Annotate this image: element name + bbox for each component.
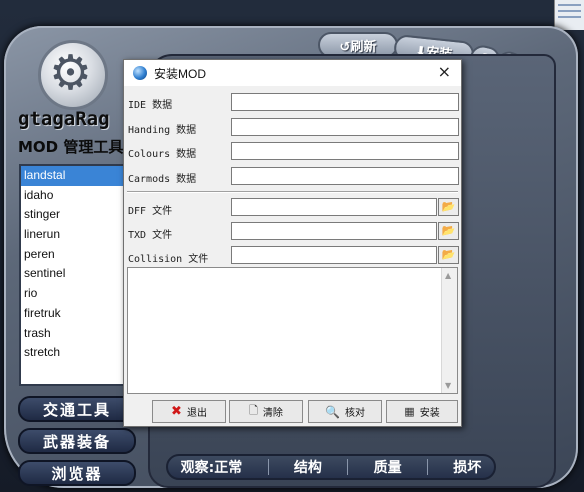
globe-icon bbox=[133, 66, 147, 80]
dialog-close-button[interactable]: × bbox=[438, 63, 451, 81]
dff-label: DFF 文件 bbox=[128, 206, 173, 217]
list-item[interactable]: stinger bbox=[21, 205, 128, 225]
install-button[interactable]: ▦ 安装 bbox=[386, 400, 458, 423]
dialog-title: 安装MOD bbox=[154, 66, 206, 81]
list-item[interactable]: idaho bbox=[21, 186, 128, 206]
vehicles-category-button[interactable]: 交通工具 bbox=[18, 396, 136, 422]
txd-input[interactable] bbox=[231, 222, 437, 240]
list-item[interactable]: peren bbox=[21, 245, 128, 265]
folder-open-icon: 📂 bbox=[441, 224, 456, 237]
tab-quality[interactable]: 质量 bbox=[374, 457, 402, 477]
logo-badge: ⚙ bbox=[38, 40, 108, 110]
log-scrollbar[interactable]: ▲ ▼ bbox=[441, 268, 457, 393]
clear-button[interactable]: 🗋 清除 bbox=[229, 400, 303, 423]
x-icon: ✖ bbox=[171, 404, 182, 419]
txd-browse-button[interactable]: 📂 bbox=[438, 222, 459, 240]
weapons-category-button[interactable]: 武器装备 bbox=[18, 428, 136, 454]
exit-button-label: 退出 bbox=[186, 408, 207, 419]
folder-open-icon: 📂 bbox=[441, 248, 456, 261]
tab-observe-normal[interactable]: 观察:正常 bbox=[181, 457, 243, 477]
install-icon: ▦ bbox=[404, 405, 415, 418]
collision-label: Collision 文件 bbox=[128, 254, 209, 265]
collision-browse-button[interactable]: 📂 bbox=[438, 246, 459, 264]
verify-button[interactable]: 🔍 核对 bbox=[308, 400, 382, 423]
install-mod-dialog: 安装MOD × IDE 数据 Handing 数据 Colours 数据 Car… bbox=[123, 59, 462, 427]
tab-structure[interactable]: 结构 bbox=[294, 457, 322, 477]
scroll-down-icon[interactable]: ▼ bbox=[445, 381, 451, 390]
handling-label: Handing 数据 bbox=[128, 125, 197, 136]
tab-damage[interactable]: 损坏 bbox=[453, 457, 481, 477]
view-mode-tabs: 观察:正常 结构 质量 损坏 bbox=[166, 454, 496, 480]
list-item[interactable]: stretch bbox=[21, 343, 128, 363]
desktop-window-thumbnail bbox=[554, 0, 584, 30]
tab-divider bbox=[267, 459, 269, 475]
vehicle-list[interactable]: landstal idaho stinger linerun peren sen… bbox=[19, 164, 130, 386]
txd-label: TXD 文件 bbox=[128, 230, 173, 241]
colours-input[interactable] bbox=[231, 142, 459, 160]
ide-input[interactable] bbox=[231, 93, 459, 111]
wrench-gear-icon: ⚙ bbox=[49, 45, 93, 101]
dff-browse-button[interactable]: 📂 bbox=[438, 198, 459, 216]
scroll-up-icon[interactable]: ▲ bbox=[445, 271, 451, 280]
magnifier-icon: 🔍 bbox=[325, 404, 340, 419]
dff-input[interactable] bbox=[231, 198, 437, 216]
list-item[interactable]: firetruk bbox=[21, 304, 128, 324]
ide-label: IDE 数据 bbox=[128, 100, 173, 111]
verify-button-label: 核对 bbox=[344, 408, 365, 419]
list-item[interactable]: sentinel bbox=[21, 264, 128, 284]
exit-button[interactable]: ✖ 退出 bbox=[152, 400, 226, 423]
list-item[interactable]: linerun bbox=[21, 225, 128, 245]
folder-open-icon: 📂 bbox=[441, 200, 456, 213]
tab-divider bbox=[426, 459, 428, 475]
browser-category-button[interactable]: 浏览器 bbox=[18, 460, 136, 486]
install-button-label: 安装 bbox=[419, 408, 440, 419]
tab-divider bbox=[347, 459, 349, 475]
log-textarea[interactable]: ▲ ▼ bbox=[127, 267, 458, 394]
list-item[interactable]: trash bbox=[21, 324, 128, 344]
handling-input[interactable] bbox=[231, 118, 459, 136]
colours-label: Colours 数据 bbox=[128, 149, 197, 160]
collision-input[interactable] bbox=[231, 246, 437, 264]
carmods-label: Carmods 数据 bbox=[128, 174, 197, 185]
app-logo-text: gtagaRag bbox=[18, 108, 110, 130]
carmods-input[interactable] bbox=[231, 167, 459, 185]
list-item[interactable]: rio bbox=[21, 284, 128, 304]
document-icon: 🗋 bbox=[249, 404, 258, 417]
list-item[interactable]: landstal bbox=[21, 166, 128, 186]
app-subtitle: MOD 管理工具 bbox=[18, 138, 124, 156]
dialog-titlebar[interactable]: 安装MOD × bbox=[124, 60, 461, 86]
section-divider bbox=[127, 191, 458, 193]
clear-button-label: 清除 bbox=[262, 408, 283, 419]
